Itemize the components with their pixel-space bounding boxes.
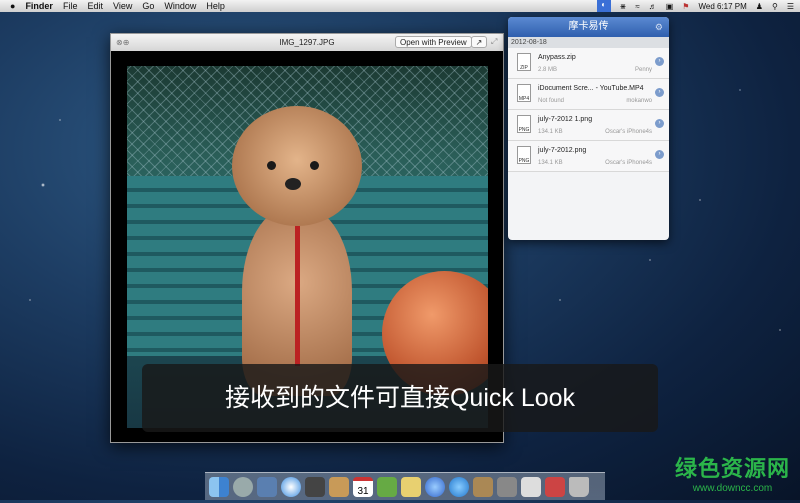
file-device: Penny [634, 67, 652, 73]
notification-center-icon[interactable]: ☰ [787, 2, 794, 11]
wifi-icon[interactable]: ≈ [635, 2, 639, 11]
chevron-right-icon[interactable]: › [655, 88, 664, 97]
reminders-icon[interactable] [377, 476, 397, 497]
menu-window[interactable]: Window [164, 1, 196, 11]
panel-title: 摩卡易传 [568, 21, 609, 32]
file-size: 2.8 MB [538, 67, 558, 73]
trash-icon[interactable] [569, 476, 589, 497]
flag-icon[interactable]: ⚑ [682, 2, 689, 11]
transfer-panel: 摩卡易传 ⚙ 2012-08-18 ZIP Anypass.zip 2.8 MB… [508, 17, 669, 240]
file-device: Oscar's iPhone4s [605, 129, 652, 135]
launchpad-icon[interactable] [233, 476, 253, 497]
watermark-name: 绿色资源网 [674, 456, 790, 481]
file-size: 134.1 KB [538, 129, 563, 135]
app-icon[interactable] [545, 476, 565, 497]
date-header: 2012-08-18 [508, 37, 669, 48]
poodle [222, 106, 372, 396]
user-icon[interactable]: ♟ [756, 2, 763, 11]
open-with-preview-button[interactable]: Open with Preview [395, 36, 472, 48]
title-bar: ⊗⊕ IMG_1297.JPG Open with Preview ↗ ⤢ [111, 34, 503, 51]
chevron-right-icon[interactable]: › [655, 57, 664, 66]
contacts-icon[interactable] [329, 476, 349, 497]
chevron-right-icon[interactable]: › [655, 119, 664, 128]
finder-icon[interactable] [209, 476, 229, 497]
menu-bar: ● Finder File Edit View Go Window Help ◐… [0, 0, 800, 12]
mission-control-icon[interactable] [257, 476, 277, 497]
system-preferences-icon[interactable] [497, 476, 517, 497]
share-icon[interactable]: ↗ [471, 36, 487, 48]
battery-icon[interactable]: ▣ [666, 2, 674, 11]
volume-icon[interactable]: ♬ [649, 2, 657, 11]
spotlight-icon[interactable]: ⚲ [772, 2, 778, 11]
menu-edit[interactable]: Edit [87, 1, 103, 11]
watermark: 绿色资源网 www.downcc.com [675, 451, 790, 494]
file-row[interactable]: PNG july-7-2012.png 134.1 KB Oscar's iPh… [508, 141, 669, 172]
file-name: Anypass.zip [538, 54, 576, 61]
app-tray-icon[interactable]: ◐ [596, 0, 611, 12]
menu-go[interactable]: Go [142, 1, 154, 11]
file-size: Not found [538, 98, 565, 104]
chevron-right-icon[interactable]: › [655, 150, 664, 159]
iphoto-icon[interactable] [473, 476, 493, 497]
app-store-icon[interactable] [449, 476, 469, 497]
safari-icon[interactable] [281, 476, 301, 497]
file-device: mokanwo [626, 98, 652, 104]
file-name: iDocument Scre... - YouTube.MP4 [538, 85, 644, 92]
calendar-icon[interactable]: 31 [353, 476, 373, 497]
image-file-icon: PNG [517, 115, 531, 133]
zip-file-icon: ZIP [517, 53, 531, 71]
expand-icon[interactable]: ⤢ [491, 37, 497, 47]
file-row[interactable]: MP4 iDocument Scre... - YouTube.MP4 Not … [508, 79, 669, 110]
file-name: july-7-2012 1.png [538, 116, 593, 123]
video-file-icon: MP4 [517, 84, 531, 102]
file-row[interactable]: PNG july-7-2012 1.png 134.1 KB Oscar's i… [508, 110, 669, 141]
documents-icon[interactable] [521, 476, 541, 497]
watermark-url: www.downcc.com [692, 483, 773, 494]
gear-icon[interactable]: ⚙ [655, 17, 663, 37]
facetime-icon[interactable] [305, 476, 325, 497]
file-name: july-7-2012.png [538, 147, 587, 154]
caption-overlay: 接收到的文件可直接Quick Look [142, 364, 658, 432]
dock: 31 [205, 472, 605, 500]
menu-file[interactable]: File [63, 1, 78, 11]
file-device: Oscar's iPhone4s [605, 160, 652, 166]
file-size: 134.1 KB [538, 160, 563, 166]
panel-header: 摩卡易传 ⚙ [508, 17, 669, 37]
notes-icon[interactable] [401, 476, 421, 497]
apple-icon[interactable]: ● [10, 1, 15, 11]
bluetooth-icon[interactable]: ⋇ [620, 2, 627, 11]
clock[interactable]: Wed 6:17 PM [698, 2, 746, 11]
menu-app[interactable]: Finder [25, 1, 53, 11]
file-row[interactable]: ZIP Anypass.zip 2.8 MB Penny › [508, 48, 669, 79]
menu-view[interactable]: View [113, 1, 132, 11]
itunes-icon[interactable] [425, 476, 445, 497]
menu-help[interactable]: Help [206, 1, 225, 11]
image-file-icon: PNG [517, 146, 531, 164]
